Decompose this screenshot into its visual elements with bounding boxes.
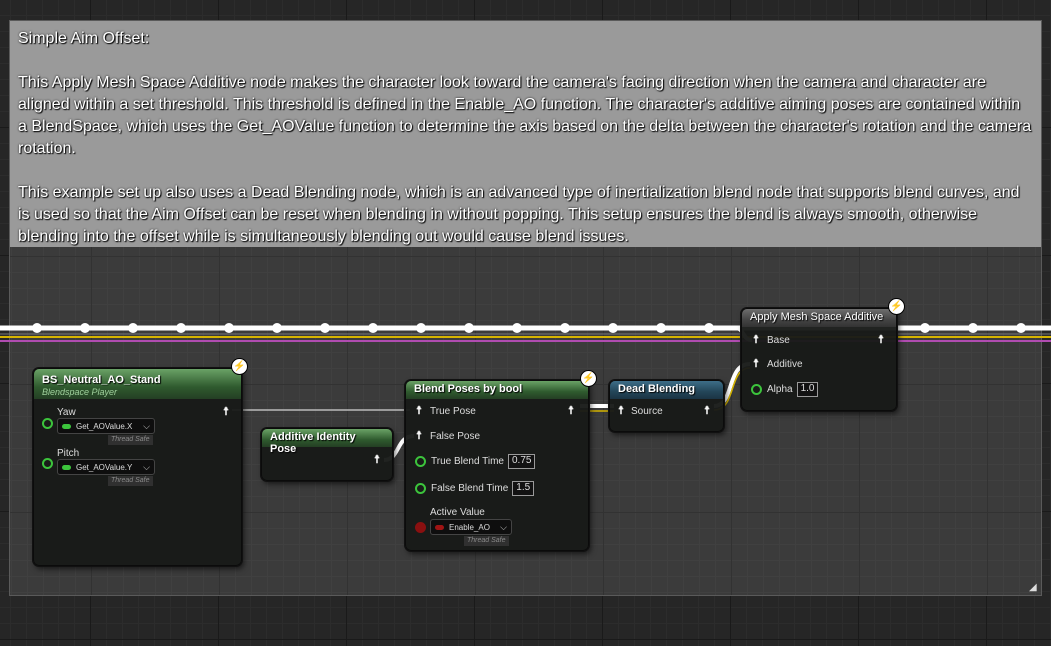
active-value-dropdown[interactable]: Enable_AO ⌵ xyxy=(430,519,512,535)
yaw-function-label: Get_AOValue.X xyxy=(76,421,133,431)
additive-identity-pose-node[interactable]: Additive Identity Pose ☨ xyxy=(261,428,393,481)
comment-header[interactable]: Simple Aim Offset: This Apply Mesh Space… xyxy=(10,21,1041,247)
person-pose-icon: ☨ xyxy=(374,454,380,466)
person-pose-icon: ☨ xyxy=(618,405,624,417)
output-pose-pin[interactable]: ☨ xyxy=(702,405,712,417)
true-pose-pin[interactable]: ☨ True Pose xyxy=(414,405,476,417)
pitch-function-dropdown[interactable]: Get_AOValue.Y ⌵ xyxy=(57,459,155,475)
function-pill-icon xyxy=(62,464,71,470)
output-pose-pin[interactable]: ☨ xyxy=(566,405,576,417)
person-pose-icon: ☨ xyxy=(416,430,422,442)
node-subtitle: Blendspace Player xyxy=(42,387,118,397)
float-pin-icon xyxy=(415,456,426,467)
pitch-function-label: Get_AOValue.Y xyxy=(76,462,133,472)
chevron-down-icon: ⌵ xyxy=(500,521,507,532)
true-blend-time-input[interactable]: 0.75 xyxy=(508,454,536,469)
true-blend-time-label: True Blend Time xyxy=(431,456,504,467)
chevron-down-icon: ⌵ xyxy=(143,420,150,431)
output-pose-pin[interactable]: ☨ xyxy=(876,334,886,346)
chevron-down-icon: ⌵ xyxy=(143,461,150,472)
base-label: Base xyxy=(767,334,790,346)
yaw-function-dropdown[interactable]: Get_AOValue.X ⌵ xyxy=(57,418,155,434)
blendspace-player-node[interactable]: BS_Neutral_AO_Stand Blendspace Player ☨ … xyxy=(33,368,242,566)
false-blend-time-pin[interactable]: False Blend Time 1.5 xyxy=(415,481,535,496)
person-pose-icon: ☨ xyxy=(568,405,574,417)
lightning-bolt-icon: ⚡ xyxy=(889,299,904,314)
additive-pin[interactable]: ☨ Additive xyxy=(751,358,803,370)
true-blend-time-pin[interactable]: True Blend Time 0.75 xyxy=(415,454,536,469)
person-pose-icon: ☨ xyxy=(753,334,759,346)
yaw-pin[interactable]: Yaw xyxy=(57,407,76,418)
bool-pin-icon[interactable] xyxy=(415,522,426,533)
yaw-thread-safe-badge: Thread Safe xyxy=(108,435,153,445)
function-pill-icon xyxy=(62,423,71,429)
false-pose-label: False Pose xyxy=(430,430,481,442)
alpha-label: Alpha xyxy=(767,384,793,395)
pitch-thread-safe-badge: Thread Safe xyxy=(108,476,153,486)
yaw-float-pin[interactable] xyxy=(42,418,53,429)
active-value-function-label: Enable_AO xyxy=(449,522,490,532)
true-pose-label: True Pose xyxy=(430,405,476,417)
pitch-label: Pitch xyxy=(57,448,80,459)
active-value-pin[interactable]: Active Value xyxy=(430,507,485,518)
source-pin[interactable]: ☨ Source xyxy=(616,405,663,417)
node-title: Apply Mesh Space Additive xyxy=(750,311,884,323)
active-value-thread-safe-badge: Thread Safe xyxy=(464,536,509,546)
node-title: Additive Identity Pose xyxy=(270,431,356,455)
output-pose-pin[interactable]: ☨ xyxy=(372,454,382,466)
person-pose-icon: ☨ xyxy=(878,334,884,346)
false-pose-pin[interactable]: ☨ False Pose xyxy=(414,430,480,442)
comment-text: Simple Aim Offset: This Apply Mesh Space… xyxy=(18,28,1033,270)
node-header: Dead Blending xyxy=(610,381,723,399)
node-header: Apply Mesh Space Additive xyxy=(742,309,896,327)
dead-blending-node[interactable]: Dead Blending ☨ Source ☨ xyxy=(609,380,724,432)
comment-paragraph-2: This example set up also uses a Dead Ble… xyxy=(18,184,1020,245)
comment-title: Simple Aim Offset: xyxy=(18,30,150,47)
lightning-bolt-icon: ⚡ xyxy=(581,371,596,386)
node-header: BS_Neutral_AO_Stand Blendspace Player xyxy=(34,369,241,399)
person-pose-icon: ☨ xyxy=(416,405,422,417)
false-blend-time-input[interactable]: 1.5 xyxy=(512,481,535,496)
node-title: BS_Neutral_AO_Stand xyxy=(42,374,161,386)
alpha-pin[interactable]: Alpha 1.0 xyxy=(751,382,819,397)
lightning-bolt-icon: ⚡ xyxy=(232,359,247,374)
node-title: Dead Blending xyxy=(618,383,696,395)
person-pose-icon: ☨ xyxy=(223,406,229,418)
blend-poses-by-bool-node[interactable]: Blend Poses by bool ☨ ☨ True Pose ☨ Fals… xyxy=(405,380,589,551)
pitch-pin[interactable]: Pitch xyxy=(57,448,79,459)
alpha-input[interactable]: 1.0 xyxy=(796,382,819,397)
output-pose-pin[interactable]: ☨ xyxy=(221,406,231,418)
function-pill-icon xyxy=(435,524,444,530)
additive-label: Additive xyxy=(767,358,803,370)
false-blend-time-label: False Blend Time xyxy=(431,483,509,494)
comment-paragraph-1: This Apply Mesh Space Additive node make… xyxy=(18,74,1032,157)
node-header: Additive Identity Pose xyxy=(262,429,392,455)
person-pose-icon: ☨ xyxy=(753,358,759,370)
float-pin-icon xyxy=(415,483,426,494)
node-title: Blend Poses by bool xyxy=(414,383,523,395)
apply-mesh-space-additive-node[interactable]: Apply Mesh Space Additive ☨ Base ☨ ☨ Add… xyxy=(741,308,897,411)
resize-grip-icon[interactable]: ◢ xyxy=(1029,583,1039,593)
active-value-label: Active Value xyxy=(430,507,485,518)
node-header: Blend Poses by bool xyxy=(406,381,588,399)
person-pose-icon: ☨ xyxy=(704,405,710,417)
pitch-float-pin[interactable] xyxy=(42,458,53,469)
yaw-label: Yaw xyxy=(57,407,76,418)
float-pin-icon xyxy=(751,384,762,395)
source-label: Source xyxy=(631,405,663,417)
base-pin[interactable]: ☨ Base xyxy=(751,334,790,346)
